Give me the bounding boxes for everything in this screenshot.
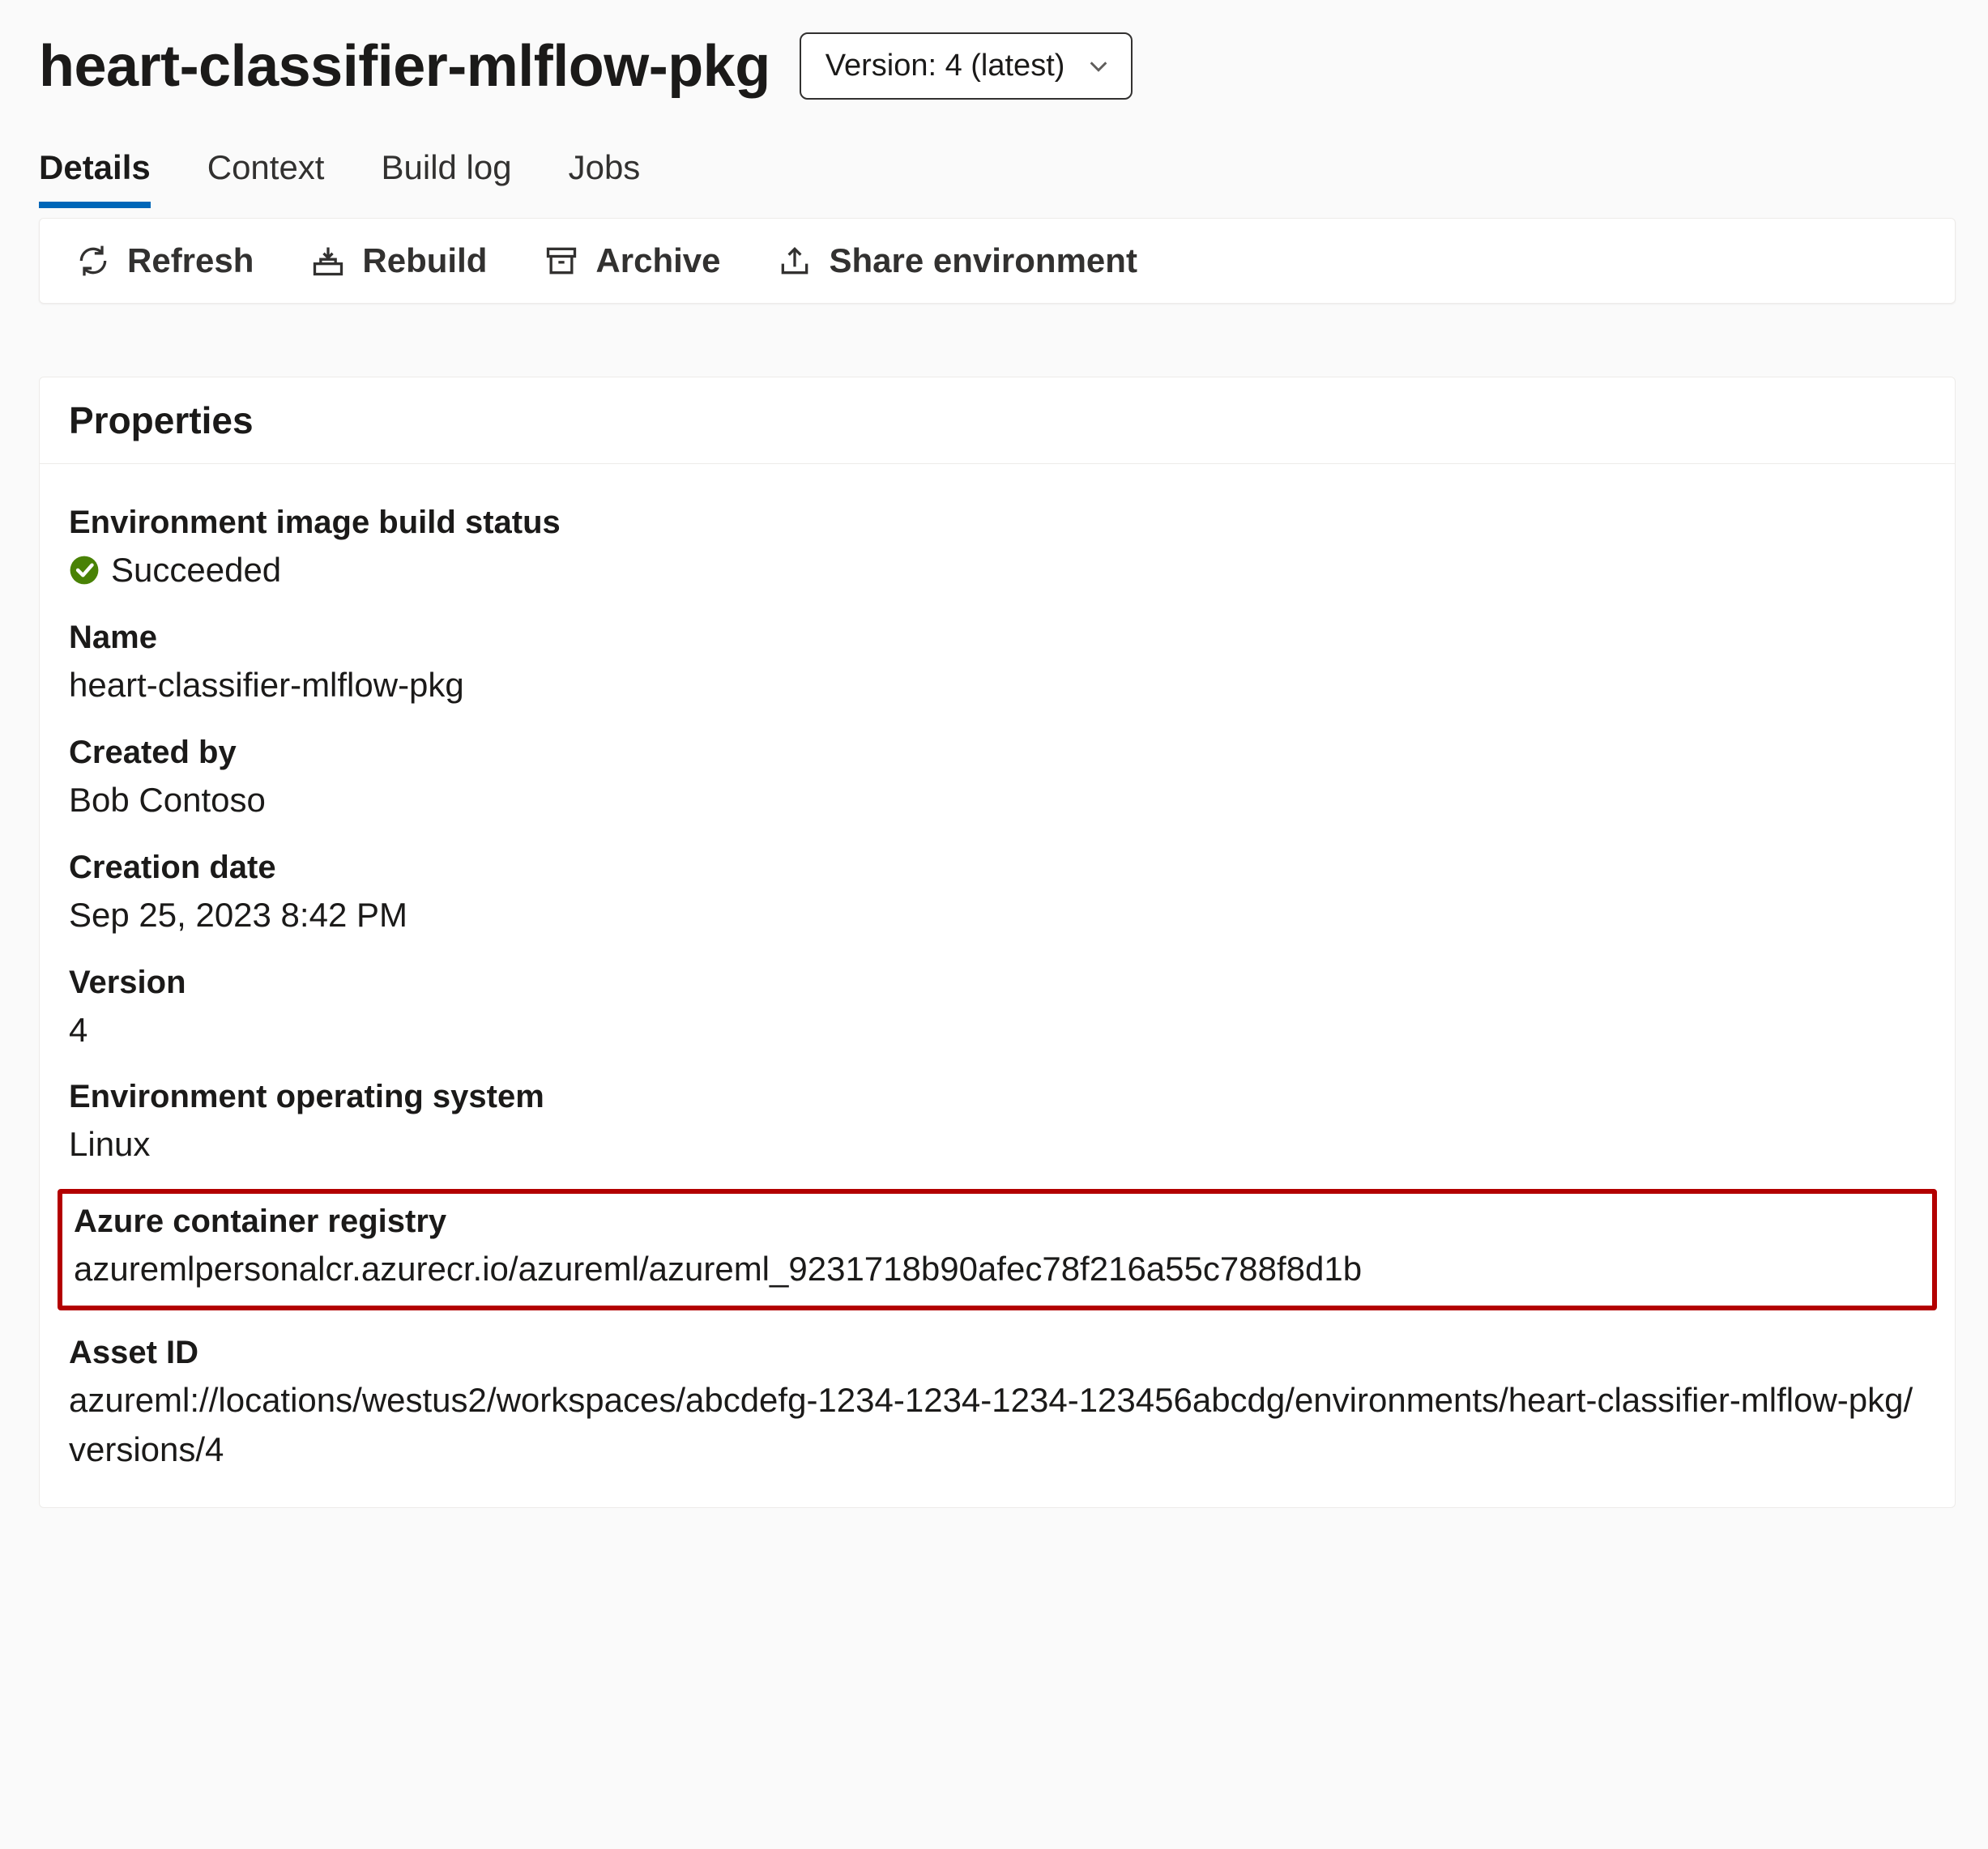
share-environment-button[interactable]: Share environment (777, 241, 1137, 280)
name-label: Name (69, 620, 1926, 656)
rebuild-icon (310, 243, 346, 279)
rebuild-label: Rebuild (362, 241, 487, 280)
tab-details[interactable]: Details (39, 148, 151, 208)
archive-icon (544, 243, 579, 279)
chevron-down-icon (1087, 55, 1110, 78)
refresh-icon (75, 243, 111, 279)
tabs: Details Context Build log Jobs (39, 148, 1956, 208)
creation-date-value: Sep 25, 2023 8:42 PM (69, 891, 1926, 940)
header-row: heart-classifier-mlflow-pkg Version: 4 (… (39, 32, 1956, 100)
share-icon (777, 243, 813, 279)
prop-created-by: Created by Bob Contoso (69, 735, 1926, 825)
page-title: heart-classifier-mlflow-pkg (39, 33, 770, 100)
tab-build-log[interactable]: Build log (381, 148, 511, 208)
build-status-label: Environment image build status (69, 505, 1926, 541)
build-status-value-row: Succeeded (69, 546, 1926, 595)
created-by-value: Bob Contoso (69, 776, 1926, 825)
acr-highlight-box: Azure container registry azuremlpersonal… (58, 1189, 1937, 1310)
acr-label: Azure container registry (74, 1204, 1921, 1240)
acr-value: azuremlpersonalcr.azurecr.io/azureml/azu… (74, 1245, 1921, 1294)
prop-build-status: Environment image build status Succeeded (69, 505, 1926, 595)
properties-card-body: Environment image build status Succeeded… (40, 464, 1955, 1507)
prop-name: Name heart-classifier-mlflow-pkg (69, 620, 1926, 710)
build-status-value: Succeeded (111, 546, 281, 595)
archive-label: Archive (595, 241, 720, 280)
rebuild-button[interactable]: Rebuild (310, 241, 487, 280)
refresh-label: Refresh (127, 241, 254, 280)
prop-asset-id: Asset ID azureml://locations/westus2/wor… (69, 1335, 1926, 1475)
prop-version: Version 4 (69, 965, 1926, 1055)
prop-creation-date: Creation date Sep 25, 2023 8:42 PM (69, 850, 1926, 940)
version-selector-label: Version: 4 (latest) (825, 49, 1065, 83)
properties-card: Properties Environment image build statu… (39, 377, 1956, 1508)
os-value: Linux (69, 1120, 1926, 1169)
prop-acr: Azure container registry azuremlpersonal… (74, 1204, 1921, 1294)
archive-button[interactable]: Archive (544, 241, 720, 280)
asset-id-value: azureml://locations/westus2/workspaces/a… (69, 1376, 1926, 1475)
version-selector[interactable]: Version: 4 (latest) (800, 32, 1133, 100)
prop-os: Environment operating system Linux (69, 1079, 1926, 1169)
success-check-icon (69, 555, 100, 586)
creation-date-label: Creation date (69, 850, 1926, 886)
properties-card-title: Properties (40, 377, 1955, 464)
name-value: heart-classifier-mlflow-pkg (69, 661, 1926, 710)
asset-id-label: Asset ID (69, 1335, 1926, 1371)
tab-jobs[interactable]: Jobs (569, 148, 641, 208)
tab-context[interactable]: Context (207, 148, 325, 208)
version-value: 4 (69, 1006, 1926, 1055)
created-by-label: Created by (69, 735, 1926, 771)
share-label: Share environment (829, 241, 1137, 280)
os-label: Environment operating system (69, 1079, 1926, 1115)
toolbar: Refresh Rebuild Archive Share environmen… (39, 218, 1956, 304)
version-label: Version (69, 965, 1926, 1001)
refresh-button[interactable]: Refresh (75, 241, 254, 280)
